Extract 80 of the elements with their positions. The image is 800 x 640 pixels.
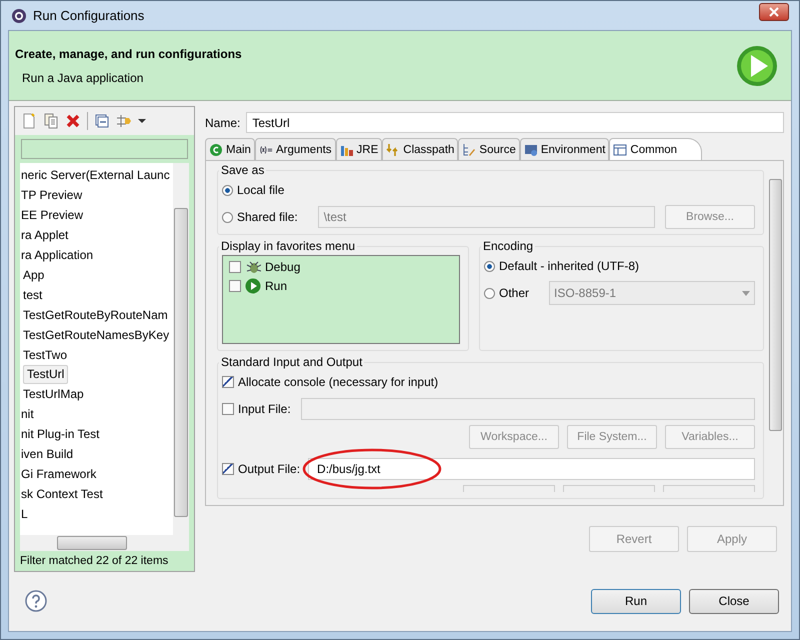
name-field[interactable]: TestUrl (246, 112, 784, 133)
checkbox-label: Output File: (238, 462, 300, 476)
delete-icon[interactable] (65, 113, 81, 129)
checkbox[interactable] (222, 376, 234, 388)
source-icon (462, 142, 476, 156)
window-icon (524, 142, 538, 156)
tab[interactable]: Main (205, 138, 255, 160)
window-title: Run Configurations (33, 8, 146, 23)
caret-icon (742, 290, 750, 296)
help-icon[interactable] (25, 590, 47, 612)
tab[interactable]: Classpath (382, 138, 458, 160)
dropdown-icon[interactable] (138, 117, 146, 125)
filter-field[interactable] (21, 139, 188, 159)
tree-item[interactable]: test (23, 285, 42, 305)
tab[interactable]: Common (609, 138, 702, 160)
run-icon (245, 278, 261, 294)
scrollbar[interactable] (173, 163, 189, 535)
tree-item[interactable]: L (21, 504, 28, 524)
table-icon (613, 142, 628, 156)
favorite-label: Run (265, 279, 288, 293)
checkbox[interactable] (222, 463, 234, 475)
dialog-button[interactable]: Close (689, 588, 779, 614)
collapse-icon[interactable] (94, 113, 110, 129)
checkbox-label: Allocate console (necessary for input) (238, 375, 438, 389)
radio-button[interactable] (484, 260, 495, 272)
encoding-dropdown[interactable]: ISO-8859-1 (549, 281, 755, 305)
radio-label: Other (499, 286, 530, 300)
new-file-icon[interactable] (21, 113, 37, 129)
shared-file-field[interactable]: \test (318, 206, 655, 228)
tab[interactable]: JRE (336, 138, 382, 160)
tab[interactable]: Source (458, 138, 520, 160)
radio-label: Default - inherited (UTF-8) (499, 259, 640, 273)
favorite-label: Debug (265, 260, 300, 274)
close-button[interactable] (759, 2, 789, 20)
checkbox-label: Input File: (238, 402, 291, 416)
class-icon (209, 142, 223, 156)
filter-icon[interactable] (116, 113, 132, 129)
group-title: Display in favorites menu (220, 239, 356, 253)
header-subtitle: Run a Java application (21, 70, 144, 84)
tree-item[interactable]: App (23, 265, 44, 285)
tree-item[interactable]: TestTwo (23, 345, 68, 365)
tab[interactable]: Arguments (254, 138, 336, 160)
tree-item[interactable]: TestUrlMap (23, 384, 84, 404)
run-icon (735, 44, 779, 88)
tree-item[interactable]: ra Applet (21, 225, 68, 245)
filter-status: Filter matched 22 of 22 items (20, 555, 170, 567)
tree-item[interactable]: TestUrl (23, 365, 68, 384)
tree-item[interactable]: TestGetRouteNamesByKey (23, 325, 170, 345)
name-label: Name: (205, 116, 240, 130)
group-title: Encoding (482, 239, 534, 253)
tree-item[interactable]: nit Plug-in Test (21, 424, 100, 444)
tree-item[interactable]: nit (21, 404, 34, 424)
tree-item[interactable]: Gi Framework (21, 464, 96, 484)
radio-button[interactable] (222, 212, 233, 222)
radio-label: Shared file: (237, 210, 298, 224)
radio-label: Local file (237, 183, 284, 197)
tab[interactable]: Environment (520, 138, 610, 160)
arrows-icon (386, 142, 400, 156)
tree-item[interactable]: neric Server(External Launc (21, 165, 170, 185)
bug-icon (245, 259, 261, 275)
tree-item[interactable]: TestGetRouteByRouteNam (23, 305, 168, 325)
header-title: Create, manage, and run configurations (15, 46, 243, 60)
tree-item[interactable]: TP Preview (21, 185, 82, 205)
checkbox[interactable] (229, 261, 241, 273)
horizontal-scrollbar[interactable] (20, 535, 189, 551)
copy-icon[interactable] (43, 113, 59, 129)
close-icon (769, 6, 779, 16)
group-title: Save as (220, 163, 266, 177)
tree-item[interactable]: iven Build (21, 444, 74, 464)
checkbox[interactable] (229, 280, 241, 292)
tree-item[interactable]: sk Context Test (21, 484, 103, 504)
input-file-field[interactable] (300, 398, 755, 420)
output-file-field[interactable]: D:/bus/jg.txt (308, 458, 755, 480)
dialog-button[interactable]: Run (591, 588, 681, 614)
radio-button[interactable] (484, 288, 495, 298)
tree-item[interactable]: ra Application (21, 245, 94, 265)
radio-button[interactable] (222, 184, 233, 196)
group-title: Standard Input and Output (220, 355, 364, 369)
checkbox[interactable] (222, 403, 234, 415)
tree-item[interactable]: EE Preview (21, 205, 84, 225)
